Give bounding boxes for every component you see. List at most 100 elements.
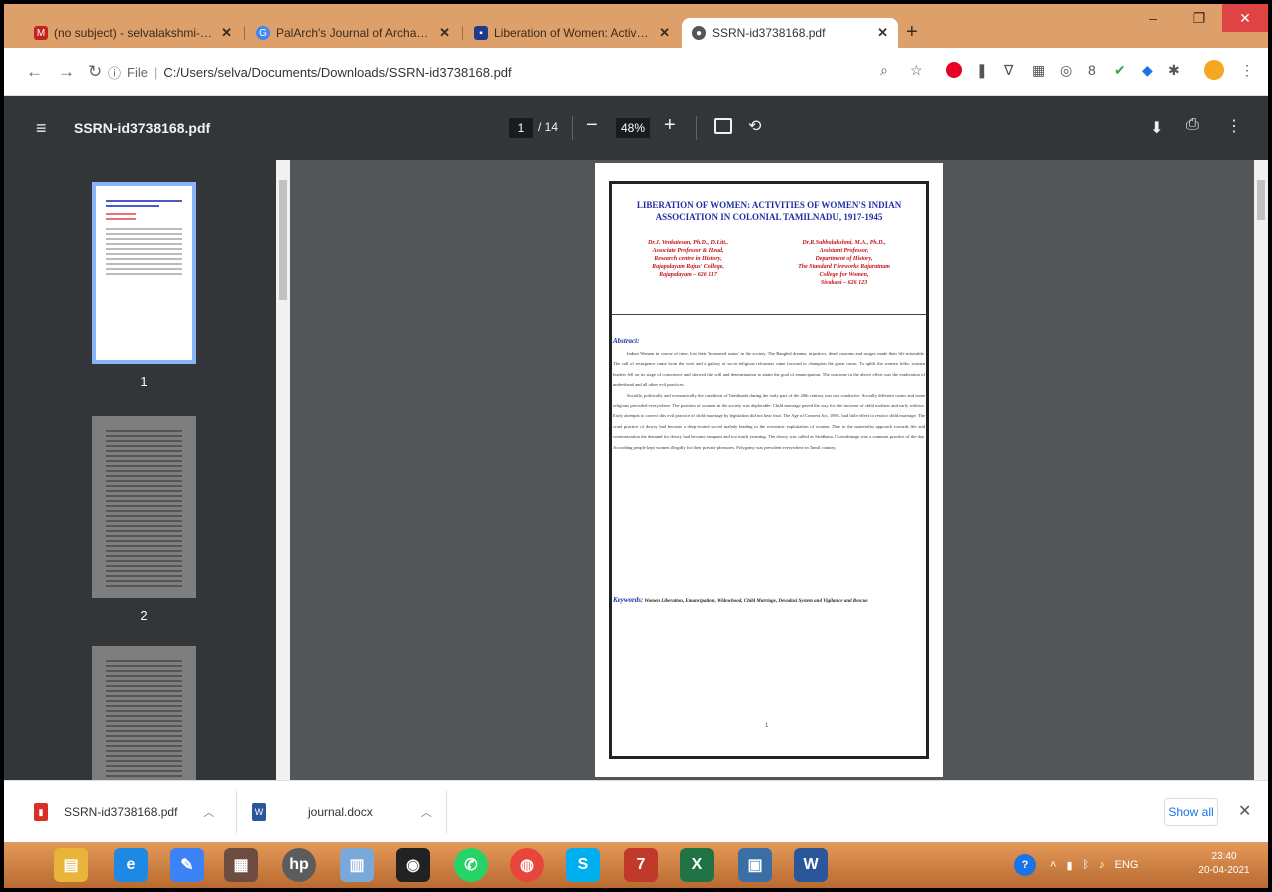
address-bar[interactable]: ⓘ File | C:/Users/selva/Documents/Downlo… [108,57,908,87]
clock[interactable]: 23:40 20-04-2021 [1194,850,1254,878]
menu-icon[interactable]: ≡ [36,118,47,139]
taskbar-skype-icon[interactable]: S [566,848,600,882]
chevron-up-icon[interactable]: ︿ [203,804,214,820]
window-controls: – ❐ ✕ [1130,4,1268,32]
scrollbar-thumb[interactable] [279,180,287,300]
extension-icon[interactable]: ∇ [1004,62,1013,79]
thumbnail-content [106,430,182,590]
tab-close-icon[interactable]: ✕ [659,25,670,41]
tab-close-icon[interactable]: ✕ [221,25,232,41]
extension-icon[interactable]: ❚ [976,62,988,79]
gmail-icon: M [34,26,48,40]
author-block-2: Dr.R.Subbulakshmi, M.A., Ph.D., Assistan… [779,239,909,287]
tray-arrow-icon[interactable]: ˄ [1050,859,1056,871]
document-viewport: LIBERATION OF WOMEN: ACTIVITIES OF WOMEN… [290,160,1254,780]
download-item-pdf[interactable]: ▮ SSRN-id3738168.pdf ︿ [34,795,214,829]
site-info-icon[interactable]: ⓘ [108,63,121,82]
rotate-icon[interactable]: ⟲ [748,116,761,136]
toolbar-divider [572,116,573,140]
clock-date: 20-04-2021 [1198,865,1250,876]
new-tab-button[interactable]: + [906,21,918,44]
more-actions-icon[interactable]: ⋮ [1226,116,1242,136]
close-window-button[interactable]: ✕ [1222,4,1268,32]
taskbar-internet-explorer-icon[interactable]: e [114,848,148,882]
page-thumbnail-1[interactable]: 1 [92,182,196,389]
language-indicator[interactable]: ENG [1115,859,1139,871]
download-item-docx[interactable]: W journal.docx ︿ [252,795,432,829]
puzzle-icon[interactable]: ✱ [1168,62,1180,79]
volume-icon[interactable]: ♪ [1099,859,1105,871]
profile-avatar[interactable] [1204,60,1224,80]
taskbar-media-app-icon[interactable]: 7 [624,848,658,882]
address-url[interactable]: C:/Users/selva/Documents/Downloads/SSRN-… [163,65,511,80]
page-total: / 14 [538,120,559,134]
pdf-file-icon: ▮ [34,803,48,821]
taskbar-pen-app-icon[interactable]: ✎ [170,848,204,882]
show-all-button[interactable]: Show all [1164,798,1218,826]
extension-icon[interactable]: 8 [1088,62,1096,78]
zoom-in-button[interactable]: + [664,114,676,137]
tab-palarch[interactable]: G PalArch's Journal of Archaeology ✕ [246,18,460,48]
download-bar: ▮ SSRN-id3738168.pdf ︿ W journal.docx ︿ … [4,780,1268,842]
minimize-button[interactable]: – [1130,4,1176,32]
clock-time: 23:40 [1211,851,1237,862]
reload-button[interactable]: ↻ [88,62,102,82]
taskbar: ▤ e ✎ ▦ hp ▥ ◉ ✆ ◍ S 7 X ▣ W ? ˄ ▮ ᛒ ♪ E… [4,842,1268,888]
taskbar-camera-app-icon[interactable]: ◉ [396,848,430,882]
taskbar-chrome-icon[interactable]: ◍ [510,848,544,882]
abstract-body: Indian Women in course of time, lost the… [613,349,925,453]
paper-title: LIBERATION OF WOMEN: ACTIVITIES OF WOMEN… [636,200,902,222]
extension-icon[interactable]: ◎ [1060,62,1072,79]
maximize-button[interactable]: ❐ [1176,4,1222,32]
tab-pdf[interactable]: ● SSRN-id3738168.pdf ✕ [682,18,898,48]
tab-close-icon[interactable]: ✕ [439,25,450,41]
abstract-paragraph: Socially, politically and economically t… [613,392,925,450]
pinterest-extension-icon[interactable] [946,62,962,78]
thumbnail-sidebar: 1 2 [4,160,290,828]
chevron-up-icon[interactable]: ︿ [421,804,432,820]
extension-icon[interactable]: ▦ [1032,62,1045,79]
help-icon[interactable]: ? [1014,854,1036,876]
extension-icon[interactable]: ◆ [1142,62,1153,79]
page-number-input[interactable]: 1 [509,118,533,138]
tab-gmail[interactable]: M (no subject) - selvalakshmi-phy@ ✕ [24,18,242,48]
forward-button[interactable]: → [58,62,75,82]
taskbar-word-icon[interactable]: W [794,848,828,882]
back-button[interactable]: ← [26,62,43,82]
system-tray: ? ˄ ▮ ᛒ ♪ ENG [1014,848,1138,882]
taskbar-network-app-icon[interactable]: ▣ [738,848,772,882]
taskbar-whatsapp-icon[interactable]: ✆ [454,848,488,882]
google-icon: G [256,26,270,40]
download-icon[interactable]: ⬇ [1150,118,1163,138]
close-download-bar-button[interactable]: ✕ [1238,801,1251,821]
ssrn-icon: ▪ [474,26,488,40]
bookmark-star-icon[interactable]: ☆ [910,62,923,79]
tab-close-icon[interactable]: ✕ [877,25,888,41]
thumbnail-image [92,416,196,598]
taskbar-file-explorer-icon[interactable]: ▤ [54,848,88,882]
bluetooth-icon[interactable]: ᛒ [1083,859,1090,871]
taskbar-hp-icon[interactable]: hp [282,848,316,882]
zoom-out-button[interactable]: − [586,114,598,137]
taskbar-notes-app-icon[interactable]: ▥ [340,848,374,882]
zoom-input[interactable]: 48% [616,118,650,138]
scrollbar-thumb[interactable] [1257,180,1265,220]
keywords-text: Women Liberation, Emancipation, Widowhoo… [644,599,868,604]
author-line: Rajapalayam Rajus' College, [652,264,724,270]
page-thumbnail-2[interactable]: 2 [92,416,196,623]
taskbar-paint-app-icon[interactable]: ▦ [224,848,258,882]
sidebar-scrollbar[interactable] [276,160,290,780]
check-extension-icon[interactable]: ✔ [1114,62,1126,79]
document-scrollbar[interactable] [1254,160,1268,780]
zoom-icon[interactable]: ⌕ [880,62,888,79]
tab-title: PalArch's Journal of Archaeology [276,26,432,40]
tab-ssrn[interactable]: ▪ Liberation of Women: Activities ✕ [464,18,680,48]
taskbar-excel-icon[interactable]: X [680,848,714,882]
fit-page-icon[interactable] [714,118,732,134]
chrome-menu-icon[interactable]: ⋮ [1240,62,1254,79]
signal-icon[interactable]: ▮ [1066,859,1072,872]
keywords-label: Keywords: [613,596,644,604]
print-icon[interactable]: ⎙ [1186,116,1199,134]
pdf-toolbar: ≡ SSRN-id3738168.pdf 1 / 14 − 48% + ⟲ ⬇ … [4,96,1268,160]
tab-title: (no subject) - selvalakshmi-phy@ [54,26,214,40]
